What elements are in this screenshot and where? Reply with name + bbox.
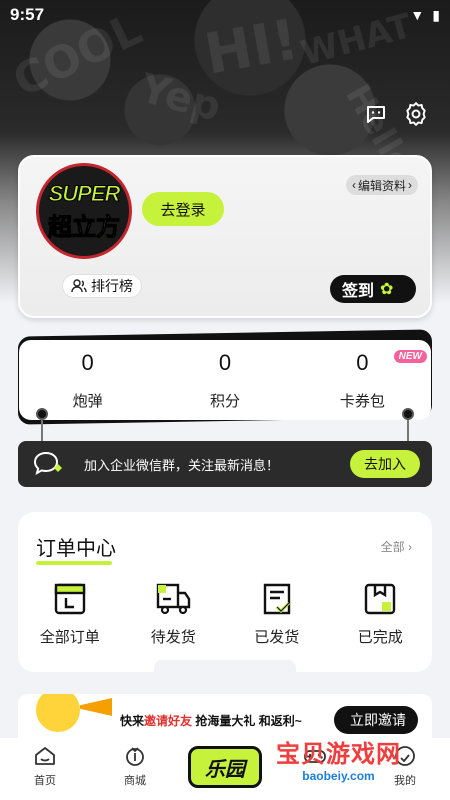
all-orders-link[interactable]: 全部 › xyxy=(381,538,412,555)
order-center-card: 订单中心 全部 › 全部订单 待发货 已发货 已完成 xyxy=(18,512,432,674)
invite-friends-banner[interactable]: 快来邀请好友 抢海量大礼 和返利~ 立即邀请 xyxy=(18,694,432,738)
order-all[interactable]: 全部订单 xyxy=(18,582,122,647)
edit-profile-label: 编辑资料 xyxy=(357,178,406,193)
checkin-mascot-icon: ✿ xyxy=(380,281,394,298)
tab-home[interactable]: 首页 xyxy=(0,744,90,788)
status-bar: 9:57 ▼ ▮ xyxy=(0,0,450,30)
avatar-line1: SUPER xyxy=(48,180,121,206)
edit-profile-button[interactable]: ‹ 编辑资料 › xyxy=(345,175,418,195)
tab-mall[interactable]: 商城 xyxy=(90,744,180,788)
home-icon xyxy=(35,747,55,765)
stats-panel: 0 炮弹 0 积分 0 卡券包 NEW xyxy=(18,329,432,425)
new-badge: NEW xyxy=(393,350,427,363)
order-center-title-text: 订单中心 xyxy=(36,538,116,560)
order-item-label: 全部订单 xyxy=(39,629,100,646)
connector-pin xyxy=(402,408,414,420)
invite-text: 快来邀请好友 抢海量大礼 和返利~ xyxy=(120,712,302,729)
card-notch xyxy=(154,660,296,674)
header-actions xyxy=(362,100,430,128)
battery-icon: ▮ xyxy=(432,6,440,23)
wechat-group-banner: 加入企业微信群，关注最新消息！ 去加入 xyxy=(18,441,432,487)
stat-label: 积分 xyxy=(209,392,240,410)
status-time: 9:57 xyxy=(10,5,45,24)
wechat-group-text: 加入企业微信群，关注最新消息！ xyxy=(84,457,280,473)
invite-text-highlight: 邀请好友 xyxy=(144,714,193,728)
chevron-left-icon: ‹ xyxy=(351,178,356,192)
order-shipped[interactable]: 已发货 xyxy=(225,582,329,647)
chat-bubble-icon xyxy=(33,451,62,476)
order-item-label: 已完成 xyxy=(357,629,403,646)
stat-value: 0 xyxy=(81,349,94,375)
stats-card: 0 炮弹 0 积分 0 卡券包 NEW xyxy=(19,340,431,420)
checkin-label: 签到 xyxy=(342,283,375,300)
order-completed[interactable]: 已完成 xyxy=(329,582,433,647)
title-underline xyxy=(36,561,112,565)
ranking-label: 排行榜 xyxy=(91,278,133,294)
chevron-right-icon: › xyxy=(404,540,412,554)
status-icons: ▼ ▮ xyxy=(410,7,440,24)
order-status-row: 全部订单 待发货 已发货 已完成 xyxy=(18,582,432,647)
truck-icon xyxy=(157,583,191,615)
avatar[interactable]: SUPER 超立方 xyxy=(36,163,132,259)
avatar-line2: 超立方 xyxy=(48,213,121,241)
stat-label: 卡券包 xyxy=(339,392,385,410)
settings-icon[interactable] xyxy=(402,100,430,128)
tab-label: 商城 xyxy=(124,775,146,787)
order-center-title: 订单中心 xyxy=(36,532,116,565)
mall-icon xyxy=(126,747,144,766)
star-mascot-icon xyxy=(36,694,80,732)
checkin-button[interactable]: 签到 ✿ xyxy=(330,275,416,303)
stat-value: 0 xyxy=(218,349,232,375)
all-orders-link-label: 全部 xyxy=(380,540,405,554)
order-item-label: 已发货 xyxy=(254,629,300,646)
invite-text-suffix: 抢海量大礼 和返利~ xyxy=(192,714,302,728)
invite-button[interactable]: 立即邀请 xyxy=(334,706,418,734)
ranking-button[interactable]: 排行榜 xyxy=(62,274,142,298)
completed-icon xyxy=(365,583,396,615)
login-button[interactable]: 去登录 xyxy=(142,192,224,226)
wifi-icon: ▼ xyxy=(410,7,425,23)
order-item-label: 待发货 xyxy=(150,629,196,646)
connector-pin xyxy=(36,408,48,420)
stat-value: 0 xyxy=(356,349,369,375)
people-icon xyxy=(71,279,87,293)
connector-line xyxy=(407,416,409,444)
watermark-title: 宝贝游戏网 xyxy=(276,741,401,768)
megaphone-icon xyxy=(80,698,112,716)
tab-label: 首页 xyxy=(34,775,56,787)
invite-text-prefix: 快来 xyxy=(120,714,145,728)
site-watermark: 宝贝游戏网 baobeiy.com xyxy=(276,734,401,783)
stat-label: 炮弹 xyxy=(72,392,103,410)
paradise-logo: 乐园 xyxy=(188,746,262,788)
message-icon[interactable] xyxy=(362,100,390,128)
all-orders-icon xyxy=(54,583,85,615)
shipped-icon xyxy=(263,583,290,615)
stat-points[interactable]: 0 积分 xyxy=(156,340,293,420)
chevron-right-icon: › xyxy=(408,178,412,192)
tab-paradise[interactable]: 乐园 xyxy=(180,744,270,788)
profile-card: SUPER 超立方 去登录 ‹ 编辑资料 › 排行榜 签到 ✿ xyxy=(18,155,432,318)
order-pending-shipment[interactable]: 待发货 xyxy=(122,582,226,647)
join-group-button[interactable]: 去加入 xyxy=(350,450,420,478)
watermark-url: baobeiy.com xyxy=(302,769,375,783)
connector-line xyxy=(41,416,43,444)
